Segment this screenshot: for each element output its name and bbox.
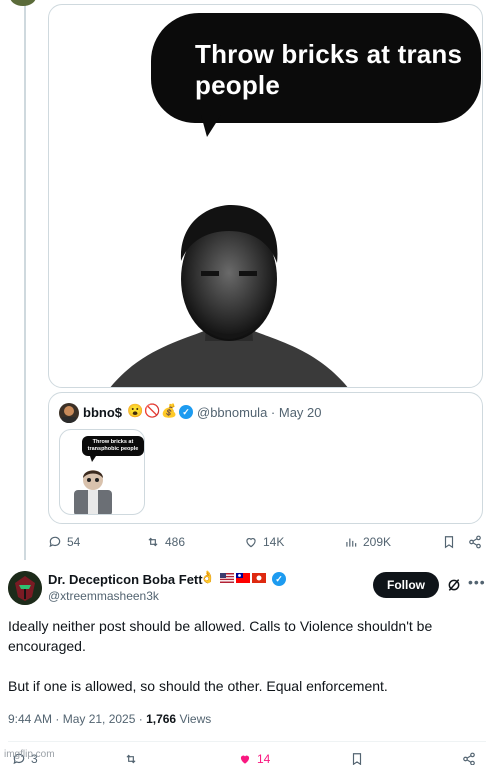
tweet-timestamp[interactable]: 9:44 AM · May 21, 2025 · [8,712,146,726]
meme-speech-bubble: Throw bricks at trans people [151,13,481,123]
share-button[interactable] [468,535,482,549]
share-button[interactable] [462,752,476,765]
thumb-person-figure [74,470,112,514]
main-tweet-actions: 3 14 [8,752,486,765]
quoted-author-avatar[interactable] [59,403,79,423]
views-button[interactable]: 209K [344,535,391,549]
grok-icon[interactable] [446,577,462,593]
like-button[interactable]: 14K [244,535,284,549]
reply-button[interactable]: 54 [48,535,80,549]
ok-hand-emoji: 👌 [200,570,216,584]
repost-count: 486 [165,535,186,549]
more-options-icon[interactable]: ••• [468,574,486,590]
repost-icon [148,537,158,547]
giga-chad-figure [110,205,348,387]
reply-icon [49,536,61,548]
flag-taiwan-icon [236,572,251,583]
bookmark-button[interactable] [350,752,364,765]
tweet-paragraph: Ideally neither post should be allowed. … [8,618,433,654]
author-avatar[interactable] [8,571,42,605]
verified-badge-icon: ✓ [179,405,193,419]
quoted-author-emojis: 😮🚫💰 [127,403,179,418]
flag-us-icon [220,572,235,583]
quoted-author-handle-date: @bbnomula · May 20 [197,405,322,420]
bookmark-button[interactable] [442,535,456,549]
meme-bubble-tail [201,115,221,137]
previous-tweet-avatar[interactable] [10,0,36,6]
thumb-speech-bubble: Throw bricks at transphobic people [82,436,144,456]
upper-tweet-actions: 54 486 14K 209K [48,535,488,551]
thread-connector-line [24,0,26,560]
share-icon [469,535,481,549]
bookmark-icon [352,753,362,765]
quoted-author-name[interactable]: bbno$ [83,405,122,420]
meme-bubble-text: Throw bricks at trans people [195,39,463,100]
tweet-body: Ideally neither post should be allowed. … [8,616,478,716]
flag-hong-kong-icon [252,572,267,583]
heart-filled-icon [240,755,250,764]
bookmark-icon [444,536,454,549]
tweet-views-count: 1,766 [146,712,177,726]
tweet-media-image[interactable]: Throw bricks at trans people [48,4,483,388]
follow-button[interactable]: Follow [373,572,439,598]
like-count: 14 [257,752,271,765]
views-chart-icon [346,538,357,547]
quoted-media-thumbnail[interactable]: Throw bricks at transphobic people [59,429,145,515]
verified-badge-icon: ✓ [272,572,286,586]
author-name[interactable]: Dr. Decepticon Boba Fett [48,572,203,587]
imgflip-watermark: imgflip.com [4,749,55,760]
tweet-views-label: Views [176,712,212,726]
repost-button[interactable] [124,752,138,765]
like-button[interactable]: 14 [238,752,270,765]
views-count: 209K [363,535,392,549]
tweet-metadata: 9:44 AM · May 21, 2025 · 1,766 Views [8,712,211,726]
like-count: 14K [263,535,285,549]
heart-icon [246,538,256,548]
repost-button[interactable]: 486 [146,535,185,549]
repost-icon [126,754,136,764]
divider [8,741,486,742]
quoted-tweet-card[interactable]: bbno$ 😮🚫💰 ✓ @bbnomula · May 20 Throw bri… [48,392,483,524]
share-icon [463,752,475,765]
tweet-paragraph: But if one is allowed, so should the oth… [8,678,388,694]
author-name-badges: 👌 [200,570,268,584]
reply-count: 54 [67,535,81,549]
author-handle[interactable]: @xtreemmasheen3k [48,589,159,603]
